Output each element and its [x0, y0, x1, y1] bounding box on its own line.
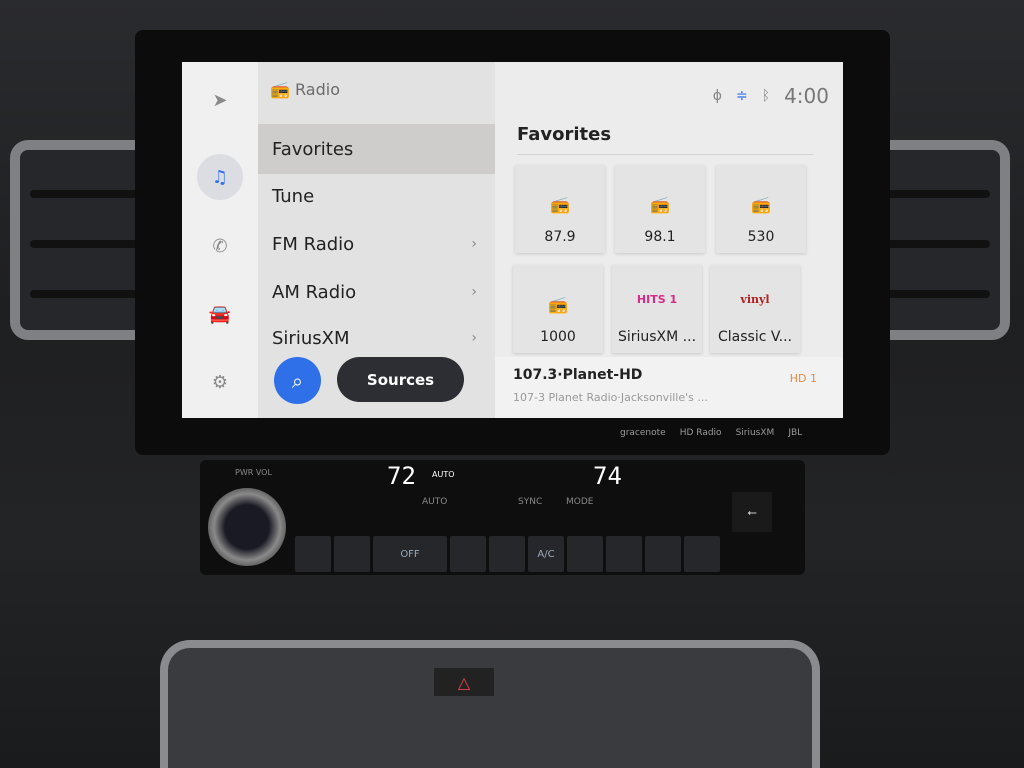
- car-icon[interactable]: 🚘: [200, 294, 240, 334]
- wireless-charging-icon: ϕ: [712, 88, 722, 104]
- seat-heat-button[interactable]: [684, 536, 720, 572]
- navigation-icon[interactable]: ➤: [200, 80, 240, 120]
- radio-icon: 📻: [270, 80, 290, 99]
- chevron-right-icon: ›: [471, 330, 477, 346]
- music-icon[interactable]: ♫: [197, 154, 243, 200]
- menu-item-tune[interactable]: Tune: [258, 172, 495, 220]
- nav-rail: ➤ ♫ ✆ 🚘 ⚙: [182, 62, 258, 418]
- favorite-tile[interactable]: vinyl Classic V...: [710, 265, 800, 353]
- chevron-right-icon: ›: [471, 236, 477, 252]
- phone-icon[interactable]: ✆: [200, 226, 240, 266]
- right-temperature: 74: [593, 462, 622, 490]
- chevron-right-icon: ›: [471, 284, 477, 300]
- search-button[interactable]: ⌕: [274, 357, 321, 404]
- status-bar: ϕ ≑ ᛒ 4:00: [713, 84, 829, 108]
- search-icon: ⌕: [291, 368, 304, 393]
- radio-icon: 📻: [751, 195, 771, 214]
- menu-item-favorites[interactable]: Favorites: [258, 124, 495, 174]
- left-temperature: 72: [387, 462, 416, 490]
- bluetooth-icon: ᛒ: [761, 88, 771, 104]
- favorite-tile[interactable]: 📻 530: [716, 165, 806, 253]
- favorites-title: Favorites: [517, 124, 612, 145]
- front-defrost-button[interactable]: [450, 536, 486, 572]
- station-subtitle: 107-3 Planet Radio·Jacksonville's ...: [513, 391, 708, 404]
- climate-buttons: OFF A/C: [295, 536, 720, 572]
- seat-heat-button[interactable]: [295, 536, 331, 572]
- menu-header: 📻 Radio: [270, 80, 340, 99]
- airflow-button[interactable]: [606, 536, 642, 572]
- radio-icon: 📻: [550, 195, 570, 214]
- fan-off-button[interactable]: OFF: [373, 536, 447, 572]
- usb-port: ⭠: [732, 492, 772, 532]
- hd-radio-badge: HD 1: [789, 372, 817, 385]
- voice-assistant-icon[interactable]: ≑: [736, 88, 748, 104]
- favorite-tile[interactable]: HITS 1 SiriusXM ...: [612, 265, 702, 353]
- favorite-tile[interactable]: 📻 98.1: [615, 165, 705, 253]
- now-playing-bar[interactable]: 107.3·Planet-HD 107-3 Planet Radio·Jacks…: [495, 357, 843, 418]
- menu-item-fm-radio[interactable]: FM Radio ›: [258, 220, 495, 268]
- sources-button[interactable]: Sources: [337, 357, 464, 402]
- seat-heat-button[interactable]: [334, 536, 370, 572]
- settings-icon[interactable]: ⚙: [200, 362, 240, 402]
- hazard-button[interactable]: △: [434, 668, 494, 696]
- menu-item-am-radio[interactable]: AM Radio ›: [258, 268, 495, 316]
- ac-button[interactable]: A/C: [528, 536, 564, 572]
- seat-heat-button[interactable]: [645, 536, 681, 572]
- radio-icon: 📻: [548, 295, 568, 314]
- menu-item-siriusxm[interactable]: SiriusXM ›: [258, 314, 495, 362]
- power-volume-knob[interactable]: [208, 488, 286, 566]
- rear-defrost-button[interactable]: [489, 536, 525, 572]
- siriusxm-hits1-logo: HITS 1: [636, 293, 678, 306]
- recirculate-button[interactable]: [567, 536, 603, 572]
- favorite-tile[interactable]: 📻 1000: [513, 265, 603, 353]
- favorites-panel: ϕ ≑ ᛒ 4:00 Favorites 📻 87.9 📻 98.1 📻 530 📻 1…: [495, 62, 843, 418]
- favorite-tile[interactable]: 📻 87.9: [515, 165, 605, 253]
- classic-vinyl-logo: vinyl: [740, 293, 770, 306]
- hazard-icon: △: [457, 672, 471, 692]
- radio-icon: 📻: [650, 195, 670, 214]
- divider: [517, 154, 813, 155]
- infotainment-screen: ➤ ♫ ✆ 🚘 ⚙ 📻 Radio Favorites Tune FM Radi…: [182, 62, 843, 418]
- usb-icon: ⭠: [747, 504, 757, 519]
- lower-console: △: [160, 640, 820, 768]
- station-title: 107.3·Planet-HD: [513, 367, 643, 383]
- clock: 4:00: [784, 84, 829, 108]
- brand-logos: gracenote HD Radio SiriusXM JBL: [620, 428, 803, 438]
